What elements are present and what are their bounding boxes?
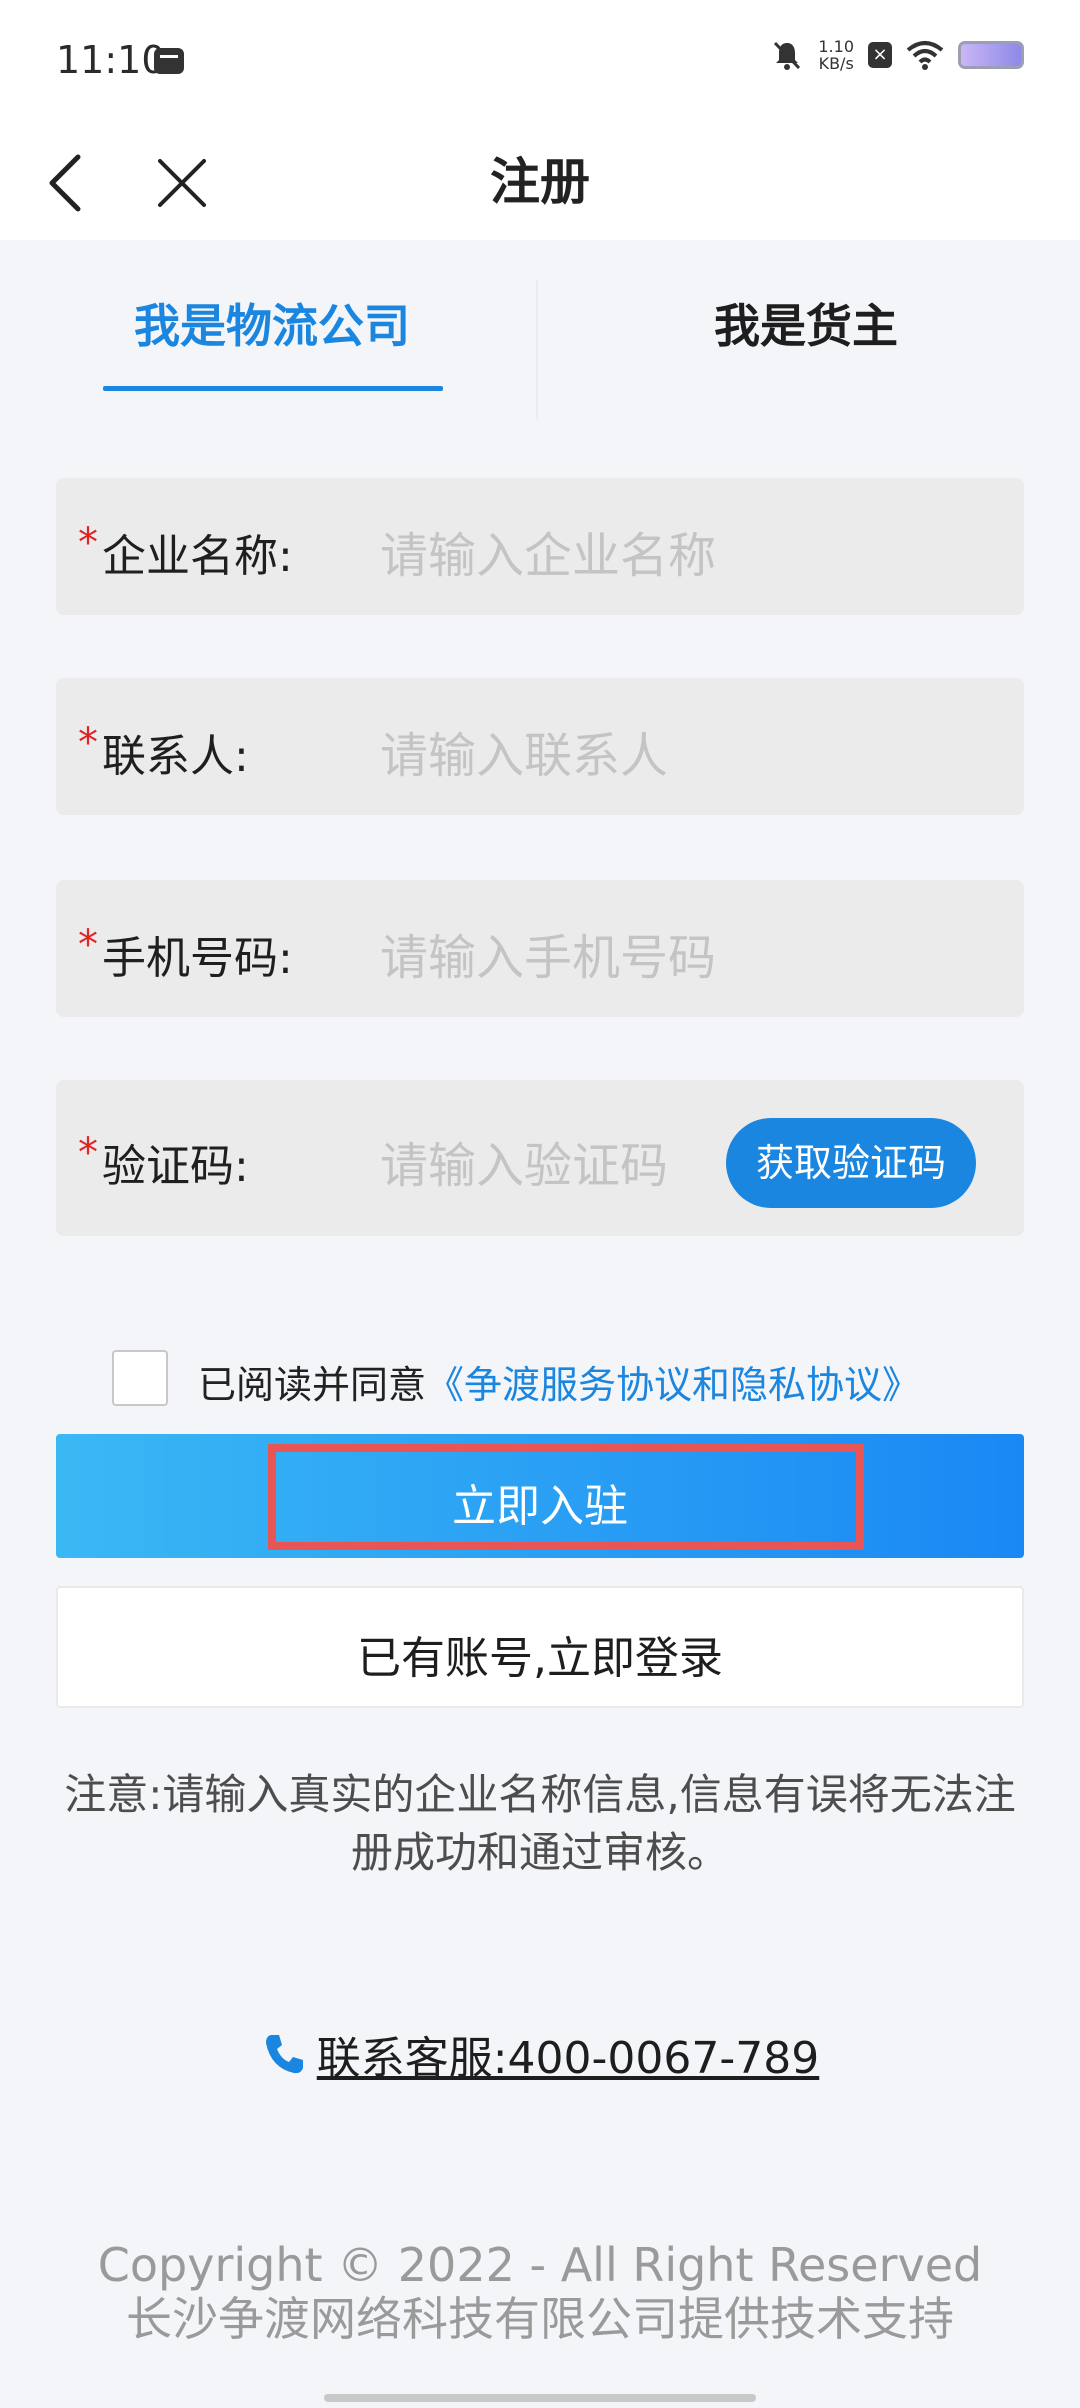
verification-code-field[interactable]: * 验证码: 请输入验证码 获取验证码 — [56, 1080, 1024, 1236]
company-name-field[interactable]: * 企业名称: 请输入企业名称 — [56, 478, 1024, 615]
active-tab-indicator — [103, 386, 443, 391]
login-button[interactable]: 已有账号,立即登录 — [56, 1586, 1024, 1708]
agreement-link[interactable]: 《争渡服务协议和隐私协议》 — [426, 1363, 920, 1407]
required-mark: * — [78, 720, 98, 766]
agreement-text: 已阅读并同意《争渡服务协议和隐私协议》 — [198, 1354, 920, 1409]
notice-text: 注意:请输入真实的企业名称信息,信息有误将无法注册成功和通过审核。 — [64, 1770, 1016, 1877]
footer: Copyright © 2022 - All Right Reserved 长沙… — [0, 2238, 1080, 2346]
get-code-button[interactable]: 获取验证码 — [726, 1118, 976, 1208]
verification-code-input[interactable]: 请输入验证码 — [380, 1126, 668, 1196]
message-icon — [154, 48, 184, 74]
page-title: 注册 — [490, 153, 590, 211]
phone-number-input[interactable]: 请输入手机号码 — [380, 918, 716, 988]
net-speed: 1.10 KB/s — [818, 38, 854, 72]
home-indicator[interactable] — [324, 2394, 756, 2402]
tech-support-text: 长沙争渡网络科技有限公司提供技术支持 — [126, 2292, 954, 2346]
copyright-text: Copyright © 2022 - All Right Reserved — [97, 2238, 983, 2292]
status-time: 11:10 — [56, 38, 166, 82]
tab-divider — [536, 280, 538, 420]
customer-service-link[interactable]: 联系客服:400-0067-789 — [0, 2022, 1080, 2086]
phone-number-label: 手机号码: — [102, 933, 293, 984]
phone-icon — [265, 2035, 303, 2074]
phone-number-field[interactable]: * 手机号码: 请输入手机号码 — [56, 880, 1024, 1017]
company-name-label: 企业名称: — [102, 531, 293, 582]
agreement-prefix: 已阅读并同意 — [198, 1363, 427, 1407]
net-speed-unit: KB/s — [818, 54, 854, 73]
verification-code-label: 验证码: — [102, 1141, 249, 1192]
agreement-checkbox[interactable] — [112, 1350, 168, 1406]
tab-cargo-owner[interactable]: 我是货主 — [636, 290, 976, 356]
close-notification-icon: × — [868, 42, 892, 68]
required-mark: * — [78, 922, 98, 968]
login-label: 已有账号,立即登录 — [357, 1633, 723, 1684]
customer-service-text[interactable]: 联系客服:400-0067-789 — [317, 2022, 820, 2086]
net-speed-value: 1.10 — [818, 37, 854, 56]
wifi-icon — [906, 41, 944, 70]
submit-button[interactable]: 立即入驻 — [56, 1434, 1024, 1558]
nav-bar: 注册 — [0, 125, 1080, 240]
mute-bell-icon — [774, 41, 801, 70]
contact-person-label: 联系人: — [102, 731, 249, 782]
tab-logistics-company[interactable]: 我是物流公司 — [102, 290, 442, 356]
contact-person-field[interactable]: * 联系人: 请输入联系人 — [56, 678, 1024, 815]
submit-label: 立即入驻 — [452, 1481, 628, 1532]
status-icons: 1.10 KB/s × — [770, 38, 1024, 72]
status-bar: 11:10 1.10 KB/s × — [0, 0, 1080, 125]
battery-icon — [958, 41, 1024, 69]
company-name-input[interactable]: 请输入企业名称 — [380, 516, 716, 586]
required-mark: * — [78, 1130, 98, 1176]
contact-person-input[interactable]: 请输入联系人 — [380, 716, 668, 786]
role-tabs: 我是物流公司 我是货主 — [0, 240, 1080, 440]
agreement-row: 已阅读并同意《争渡服务协议和隐私协议》 — [0, 1344, 1080, 1414]
required-mark: * — [78, 520, 98, 566]
